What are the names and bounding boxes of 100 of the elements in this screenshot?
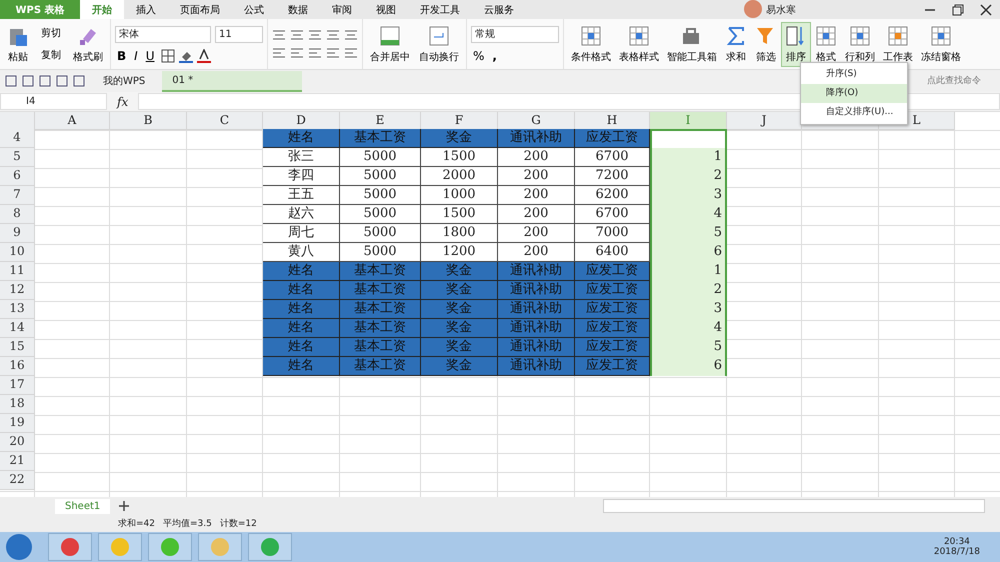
row-header[interactable]: 6 [0,167,35,186]
copy-button[interactable]: 复制 [35,47,67,63]
row-header[interactable]: 22 [0,471,35,490]
column-header[interactable]: D [263,112,340,130]
row-header[interactable]: 12 [0,281,35,300]
command-search-field[interactable]: 点此查找命令 [925,75,1000,87]
menu-tab[interactable]: 云服务 [472,0,526,19]
horizontal-scrollbar[interactable] [603,499,985,513]
row-header[interactable]: 18 [0,395,35,414]
wrap-text-button[interactable]: 自动换行 [416,22,462,66]
toolbar-icon[interactable] [21,74,35,88]
ribbon-button[interactable]: 智能工具箱 [664,22,720,66]
ribbon-button[interactable]: 筛选 [752,22,780,66]
menu-tab[interactable]: 页面布局 [168,0,232,19]
ribbon-button[interactable]: 冻结窗格 [918,22,964,66]
menu-tab[interactable]: 视图 [364,0,408,19]
table-cell: 张三 [263,148,340,167]
row-header[interactable]: 7 [0,186,35,205]
ribbon-button[interactable]: 排序 [782,22,810,66]
ribbon-button[interactable]: 表格样式 [616,22,662,66]
format-painter-button[interactable]: 格式刷 [70,22,106,66]
table-cell: 1500 [421,148,498,167]
menu-item[interactable]: 升序(S) [801,65,907,84]
status-text: 平均值=3.5 [163,518,212,530]
document-tab[interactable]: 我的WPS [93,70,156,92]
name-box[interactable]: I4 [0,93,107,110]
column-header[interactable]: C [187,112,263,130]
row-header[interactable]: 13 [0,300,35,319]
row-header[interactable]: 17 [0,376,35,395]
toolbar-icon[interactable] [38,74,52,88]
row-header[interactable]: 21 [0,452,35,471]
align-icon[interactable] [344,29,358,41]
row-header[interactable]: 4 [0,129,35,148]
add-sheet-icon[interactable] [118,500,130,512]
align-icon[interactable] [308,47,322,59]
align-icon[interactable] [290,29,304,41]
row-header[interactable]: 10 [0,243,35,262]
merge-center-button[interactable]: 合并居中 [367,22,413,66]
cut-button[interactable]: 剪切 [35,25,67,41]
column-header[interactable]: F [421,112,498,130]
restore-icon[interactable] [952,4,964,16]
table-cell: 1 [650,262,727,281]
row-header[interactable]: 15 [0,338,35,357]
menu-tab[interactable]: 公式 [232,0,276,19]
column-header[interactable]: J [727,112,802,130]
menu-tab[interactable]: 审阅 [320,0,364,19]
row-header[interactable]: 8 [0,205,35,224]
align-icon[interactable] [344,47,358,59]
align-icon[interactable] [272,29,286,41]
italic-button[interactable]: I [132,48,140,62]
ribbon-button[interactable]: 求和 [722,22,750,66]
align-icon[interactable] [326,47,340,59]
row-header[interactable]: 5 [0,148,35,167]
align-icon[interactable] [290,47,304,59]
table-cell: 5000 [340,148,421,167]
table-icon [815,24,837,46]
row-header[interactable]: 20 [0,433,35,452]
number-format-select[interactable]: 常规 [471,26,559,42]
column-header[interactable]: A [35,112,110,130]
bold-button[interactable]: B [115,48,128,62]
sheet-tab[interactable]: Sheet1 [55,498,110,514]
user-name[interactable]: 易水寒 [766,2,796,16]
document-tab[interactable]: 01 * [162,70,302,92]
active-cell[interactable] [650,129,727,148]
toolbar-icon[interactable] [72,74,86,88]
fx-label[interactable]: fx [117,94,128,108]
toolbar-icon[interactable] [55,74,69,88]
table-cell: 200 [498,243,575,262]
percent-button[interactable]: % [471,48,486,62]
paste-button[interactable]: 粘贴 [4,22,32,66]
font-select[interactable]: 宋体 [115,26,211,42]
start-button[interactable] [6,534,32,560]
comma-button[interactable]: , [490,48,499,62]
row-header[interactable]: 19 [0,414,35,433]
align-icon[interactable] [308,29,322,41]
menu-tab[interactable]: 插入 [124,0,168,19]
column-header[interactable]: E [340,112,421,130]
row-header[interactable]: 11 [0,262,35,281]
row-header[interactable]: 16 [0,357,35,376]
borders-icon[interactable] [160,48,174,62]
menu-item[interactable]: 降序(O) [801,84,907,103]
clock-time[interactable]: 20:34 [944,537,970,547]
align-icon[interactable] [272,47,286,59]
ribbon-button[interactable]: 条件格式 [568,22,614,66]
menu-tab[interactable]: 数据 [276,0,320,19]
align-icon[interactable] [326,29,340,41]
clock-date[interactable]: 2018/7/18 [934,547,980,557]
row-header[interactable]: 14 [0,319,35,338]
column-header[interactable]: B [110,112,187,130]
font-color-icon[interactable] [196,48,210,62]
menu-tab[interactable]: 开始 [80,0,124,19]
taskbar-app-icon[interactable] [48,533,92,561]
column-header[interactable]: G [498,112,575,130]
column-header[interactable]: H [575,112,650,130]
font-size-select[interactable]: 11 [215,26,263,42]
row-header[interactable]: 9 [0,224,35,243]
toolbar-icon[interactable] [4,74,18,88]
menu-tab[interactable]: 开发工具 [408,0,472,19]
close-icon[interactable] [980,4,992,16]
underline-button[interactable]: U [144,48,156,62]
